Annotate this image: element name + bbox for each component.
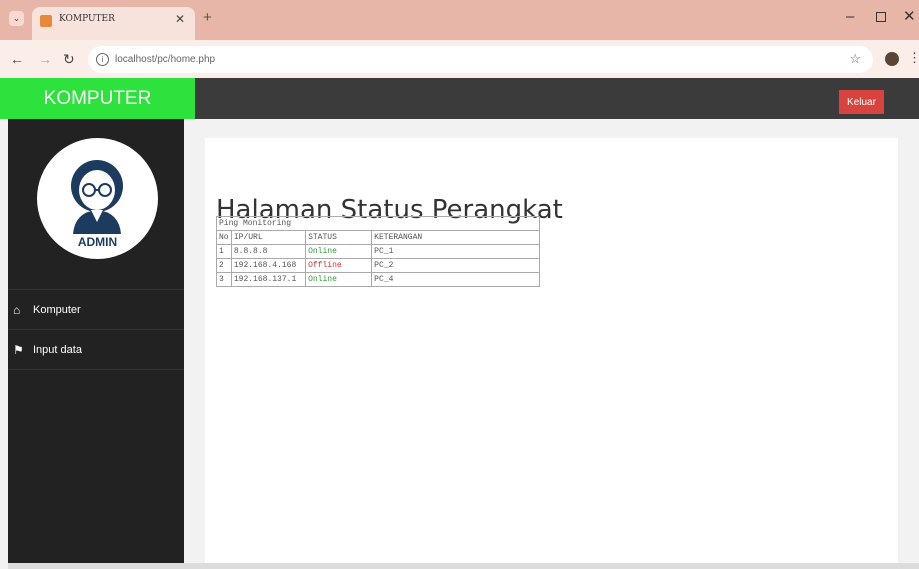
forward-icon[interactable]: → — [38, 51, 52, 67]
col-header-ip: IP/URL — [230, 230, 307, 245]
table-caption: Ping Monitoring — [216, 216, 540, 231]
minimize-icon[interactable]: – — [846, 8, 854, 25]
url-text: localhost/pc/home.php — [115, 54, 216, 65]
sidebar-item-komputer[interactable]: ⌂ Komputer — [8, 289, 184, 329]
cell-ip: 192.168.4.168 — [230, 258, 307, 273]
cell-no: 1 — [216, 244, 232, 259]
cell-keterangan: PC_4 — [371, 272, 540, 287]
cell-keterangan: PC_2 — [371, 258, 540, 273]
new-tab-icon[interactable]: + — [203, 9, 212, 26]
close-tab-icon[interactable]: ✕ — [175, 12, 185, 26]
sidebar: ADMIN ⌂ Komputer ⚑ Input data — [8, 119, 184, 563]
col-header-keterangan: KETERANGAN — [371, 230, 540, 245]
flag-icon: ⚑ — [13, 342, 24, 357]
ping-monitoring-table: Ping Monitoring No IP/URL STATUS KETERAN… — [216, 216, 540, 287]
logout-button[interactable]: Keluar — [839, 90, 884, 114]
sidebar-item-label: Komputer — [33, 303, 81, 316]
favicon-icon — [40, 15, 52, 27]
sidebar-divider — [8, 369, 184, 370]
main-content: Halaman Status Perangkat Ping Monitoring… — [205, 138, 898, 563]
url-input[interactable]: i localhost/pc/home.php ☆ — [88, 46, 873, 73]
reload-icon[interactable]: ↻ — [63, 51, 75, 68]
bookmark-star-icon[interactable]: ☆ — [849, 51, 861, 67]
sidebar-item-input-data[interactable]: ⚑ Input data — [8, 329, 184, 369]
address-bar: ← → ↻ i localhost/pc/home.php ☆ ⋮ — [0, 40, 919, 78]
back-icon[interactable]: ← — [10, 51, 24, 67]
admin-label: ADMIN — [77, 235, 118, 249]
browser-tab[interactable]: KOMPUTER ✕ — [32, 7, 195, 40]
cell-keterangan: PC_1 — [371, 244, 540, 259]
cell-status: Offline — [305, 258, 373, 273]
table-row: 2 192.168.4.168 Offline PC_2 — [216, 258, 540, 273]
tab-search-icon[interactable]: ⌄ — [9, 11, 24, 26]
cell-ip: 192.168.137.1 — [230, 272, 307, 287]
sidebar-item-label: Input data — [33, 343, 82, 356]
home-icon: ⌂ — [13, 302, 21, 317]
table-header-row: No IP/URL STATUS KETERANGAN — [216, 230, 540, 245]
browser-tab-bar: ⌄ KOMPUTER ✕ + – ✕ — [0, 0, 919, 40]
cell-status: Online — [305, 244, 373, 259]
horizontal-scrollbar[interactable] — [8, 563, 919, 569]
admin-avatar: ADMIN — [37, 138, 158, 259]
table-row: 1 8.8.8.8 Online PC_1 — [216, 244, 540, 259]
brand-logo[interactable]: KOMPUTER — [0, 78, 195, 119]
col-header-status: STATUS — [305, 230, 373, 245]
col-header-no: No — [216, 230, 232, 245]
cell-no: 3 — [216, 272, 232, 287]
browser-menu-icon[interactable]: ⋮ — [908, 50, 919, 66]
close-window-icon[interactable]: ✕ — [903, 7, 916, 25]
site-info-icon[interactable]: i — [96, 53, 109, 66]
cell-no: 2 — [216, 258, 232, 273]
cell-ip: 8.8.8.8 — [230, 244, 307, 259]
restore-icon[interactable] — [876, 12, 886, 22]
table-row: 3 192.168.137.1 Online PC_4 — [216, 272, 540, 287]
cell-status: Online — [305, 272, 373, 287]
app-header: KOMPUTER Keluar — [0, 78, 919, 119]
profile-avatar-icon[interactable] — [885, 52, 899, 66]
tab-title: KOMPUTER — [59, 14, 115, 24]
